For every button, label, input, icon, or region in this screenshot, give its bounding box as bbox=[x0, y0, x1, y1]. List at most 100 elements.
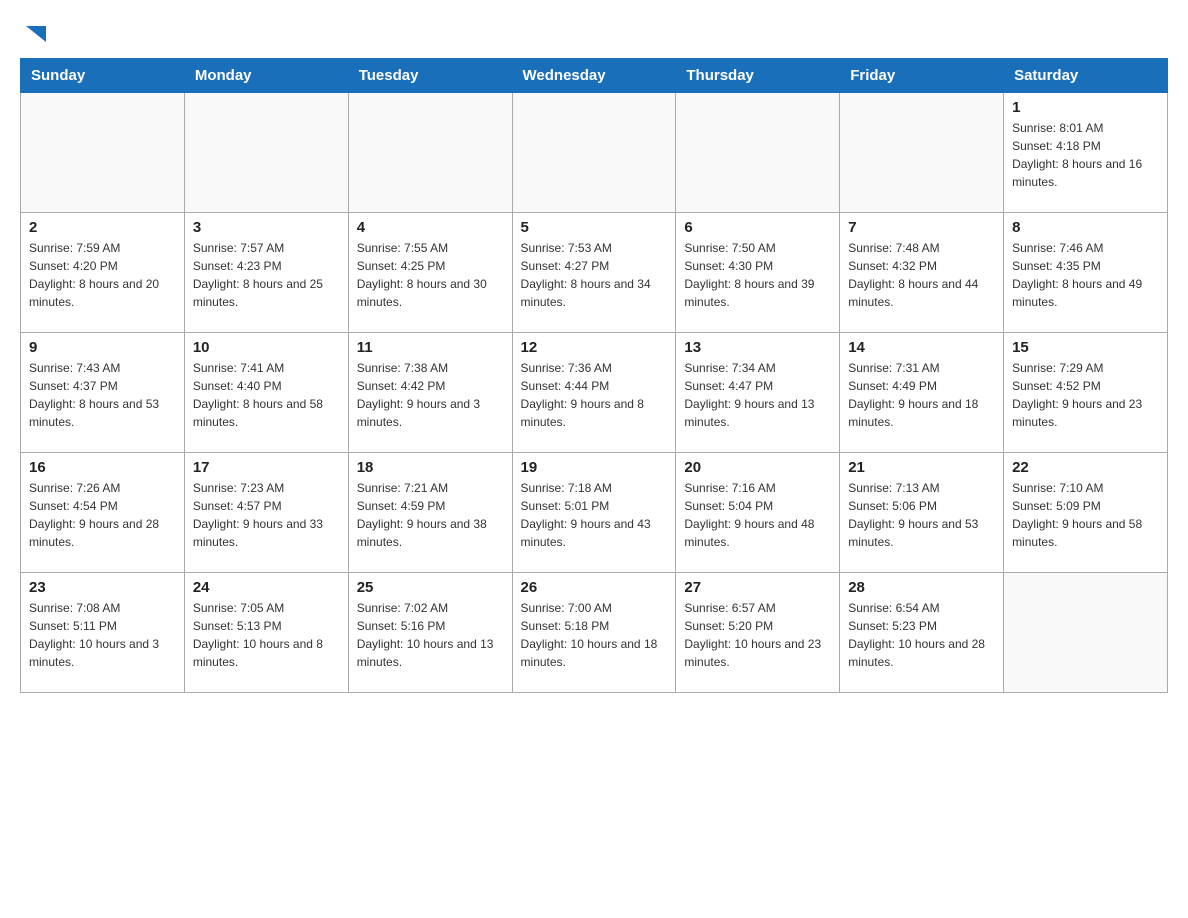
weekday-header-thursday: Thursday bbox=[676, 59, 840, 93]
day-number: 9 bbox=[29, 339, 176, 356]
calendar-cell: 13 Sunrise: 7:34 AMSunset: 4:47 PMDayligh… bbox=[676, 333, 840, 453]
weekday-header-tuesday: Tuesday bbox=[348, 59, 512, 93]
day-number: 18 bbox=[357, 459, 504, 476]
calendar-cell: 17Sunrise: 7:23 AMSunset: 4:57 PMDayligh… bbox=[184, 453, 348, 573]
calendar-cell: 11 Sunrise: 7:38 AMSunset: 4:42 PMDayligh… bbox=[348, 333, 512, 453]
calendar-cell: 21 Sunrise: 7:13 AMSunset: 5:06 PMDayligh… bbox=[840, 453, 1004, 573]
weekday-header-row: SundayMondayTuesdayWednesdayThursdayFrid… bbox=[21, 59, 1168, 93]
calendar-cell bbox=[348, 93, 512, 213]
weekday-header-monday: Monday bbox=[184, 59, 348, 93]
weekday-header-saturday: Saturday bbox=[1004, 59, 1168, 93]
day-number: 11 bbox=[357, 339, 504, 356]
calendar-table: SundayMondayTuesdayWednesdayThursdayFrid… bbox=[20, 58, 1168, 693]
calendar-cell: 6 Sunrise: 7:50 AMSunset: 4:30 PMDaylight… bbox=[676, 213, 840, 333]
day-sun-info: Sunrise: 7:41 AMSunset: 4:40 PMDaylight:… bbox=[193, 359, 340, 431]
calendar-cell bbox=[184, 93, 348, 213]
calendar-cell: 18 Sunrise: 7:21 AMSunset: 4:59 PMDayligh… bbox=[348, 453, 512, 573]
day-number: 25 bbox=[357, 579, 504, 596]
day-sun-info: Sunrise: 7:29 AMSunset: 4:52 PMDaylight:… bbox=[1012, 359, 1159, 431]
day-number: 24 bbox=[193, 579, 340, 596]
calendar-cell bbox=[21, 93, 185, 213]
day-sun-info: Sunrise: 7:02 AMSunset: 5:16 PMDaylight:… bbox=[357, 599, 504, 671]
logo-triangle-icon bbox=[22, 20, 50, 48]
day-sun-info: Sunrise: 7:31 AMSunset: 4:49 PMDaylight:… bbox=[848, 359, 995, 431]
day-number: 22 bbox=[1012, 459, 1159, 476]
calendar-cell: 22 Sunrise: 7:10 AMSunset: 5:09 PMDayligh… bbox=[1004, 453, 1168, 573]
calendar-cell: 20 Sunrise: 7:16 AMSunset: 5:04 PMDayligh… bbox=[676, 453, 840, 573]
day-sun-info: Sunrise: 7:36 AMSunset: 4:44 PMDaylight:… bbox=[521, 359, 668, 431]
calendar-cell: 4 Sunrise: 7:55 AMSunset: 4:25 PMDaylight… bbox=[348, 213, 512, 333]
calendar-cell: 25 Sunrise: 7:02 AMSunset: 5:16 PMDayligh… bbox=[348, 573, 512, 693]
day-sun-info: Sunrise: 7:59 AMSunset: 4:20 PMDaylight:… bbox=[29, 239, 176, 311]
calendar-cell: 14Sunrise: 7:31 AMSunset: 4:49 PMDayligh… bbox=[840, 333, 1004, 453]
day-sun-info: Sunrise: 6:54 AMSunset: 5:23 PMDaylight:… bbox=[848, 599, 995, 671]
day-sun-info: Sunrise: 7:18 AMSunset: 5:01 PMDaylight:… bbox=[521, 479, 668, 551]
day-number: 12 bbox=[521, 339, 668, 356]
calendar-cell: 2 Sunrise: 7:59 AMSunset: 4:20 PMDaylight… bbox=[21, 213, 185, 333]
day-number: 13 bbox=[684, 339, 831, 356]
day-sun-info: Sunrise: 7:48 AMSunset: 4:32 PMDaylight:… bbox=[848, 239, 995, 311]
calendar-cell: 28 Sunrise: 6:54 AMSunset: 5:23 PMDayligh… bbox=[840, 573, 1004, 693]
day-sun-info: Sunrise: 7:05 AMSunset: 5:13 PMDaylight:… bbox=[193, 599, 340, 671]
day-number: 5 bbox=[521, 219, 668, 236]
day-sun-info: Sunrise: 7:38 AMSunset: 4:42 PMDaylight:… bbox=[357, 359, 504, 431]
day-sun-info: Sunrise: 7:26 AMSunset: 4:54 PMDaylight:… bbox=[29, 479, 176, 551]
day-sun-info: Sunrise: 7:21 AMSunset: 4:59 PMDaylight:… bbox=[357, 479, 504, 551]
day-sun-info: Sunrise: 7:34 AMSunset: 4:47 PMDaylight:… bbox=[684, 359, 831, 431]
day-sun-info: Sunrise: 7:10 AMSunset: 5:09 PMDaylight:… bbox=[1012, 479, 1159, 551]
calendar-week-row: 1 Sunrise: 8:01 AMSunset: 4:18 PMDaylight… bbox=[21, 93, 1168, 213]
day-sun-info: Sunrise: 7:00 AMSunset: 5:18 PMDaylight:… bbox=[521, 599, 668, 671]
calendar-cell: 9 Sunrise: 7:43 AMSunset: 4:37 PMDaylight… bbox=[21, 333, 185, 453]
calendar-week-row: 16 Sunrise: 7:26 AMSunset: 4:54 PMDayligh… bbox=[21, 453, 1168, 573]
day-number: 17 bbox=[193, 459, 340, 476]
day-sun-info: Sunrise: 7:50 AMSunset: 4:30 PMDaylight:… bbox=[684, 239, 831, 311]
day-number: 10 bbox=[193, 339, 340, 356]
calendar-cell: 12 Sunrise: 7:36 AMSunset: 4:44 PMDayligh… bbox=[512, 333, 676, 453]
day-number: 6 bbox=[684, 219, 831, 236]
day-number: 28 bbox=[848, 579, 995, 596]
calendar-cell bbox=[1004, 573, 1168, 693]
day-sun-info: Sunrise: 8:01 AMSunset: 4:18 PMDaylight:… bbox=[1012, 119, 1159, 191]
day-number: 20 bbox=[684, 459, 831, 476]
day-sun-info: Sunrise: 7:16 AMSunset: 5:04 PMDaylight:… bbox=[684, 479, 831, 551]
day-number: 4 bbox=[357, 219, 504, 236]
calendar-week-row: 23 Sunrise: 7:08 AMSunset: 5:11 PMDayligh… bbox=[21, 573, 1168, 693]
day-sun-info: Sunrise: 7:08 AMSunset: 5:11 PMDaylight:… bbox=[29, 599, 176, 671]
calendar-cell: 26 Sunrise: 7:00 AMSunset: 5:18 PMDayligh… bbox=[512, 573, 676, 693]
day-number: 8 bbox=[1012, 219, 1159, 236]
page-header bbox=[20, 20, 1168, 48]
day-number: 27 bbox=[684, 579, 831, 596]
day-sun-info: Sunrise: 7:46 AMSunset: 4:35 PMDaylight:… bbox=[1012, 239, 1159, 311]
calendar-cell: 19 Sunrise: 7:18 AMSunset: 5:01 PMDayligh… bbox=[512, 453, 676, 573]
calendar-week-row: 9 Sunrise: 7:43 AMSunset: 4:37 PMDaylight… bbox=[21, 333, 1168, 453]
calendar-cell bbox=[676, 93, 840, 213]
calendar-cell: 5 Sunrise: 7:53 AMSunset: 4:27 PMDaylight… bbox=[512, 213, 676, 333]
day-sun-info: Sunrise: 7:43 AMSunset: 4:37 PMDaylight:… bbox=[29, 359, 176, 431]
day-number: 2 bbox=[29, 219, 176, 236]
logo bbox=[20, 20, 50, 48]
day-number: 21 bbox=[848, 459, 995, 476]
calendar-cell: 10 Sunrise: 7:41 AMSunset: 4:40 PMDayligh… bbox=[184, 333, 348, 453]
day-number: 3 bbox=[193, 219, 340, 236]
day-number: 26 bbox=[521, 579, 668, 596]
calendar-cell: 15Sunrise: 7:29 AMSunset: 4:52 PMDayligh… bbox=[1004, 333, 1168, 453]
calendar-cell: 16 Sunrise: 7:26 AMSunset: 4:54 PMDayligh… bbox=[21, 453, 185, 573]
calendar-cell: 23 Sunrise: 7:08 AMSunset: 5:11 PMDayligh… bbox=[21, 573, 185, 693]
day-number: 16 bbox=[29, 459, 176, 476]
weekday-header-wednesday: Wednesday bbox=[512, 59, 676, 93]
calendar-cell bbox=[840, 93, 1004, 213]
day-sun-info: Sunrise: 6:57 AMSunset: 5:20 PMDaylight:… bbox=[684, 599, 831, 671]
day-number: 23 bbox=[29, 579, 176, 596]
day-number: 7 bbox=[848, 219, 995, 236]
day-sun-info: Sunrise: 7:55 AMSunset: 4:25 PMDaylight:… bbox=[357, 239, 504, 311]
calendar-cell: 3 Sunrise: 7:57 AMSunset: 4:23 PMDaylight… bbox=[184, 213, 348, 333]
day-sun-info: Sunrise: 7:53 AMSunset: 4:27 PMDaylight:… bbox=[521, 239, 668, 311]
day-sun-info: Sunrise: 7:57 AMSunset: 4:23 PMDaylight:… bbox=[193, 239, 340, 311]
day-sun-info: Sunrise: 7:13 AMSunset: 5:06 PMDaylight:… bbox=[848, 479, 995, 551]
calendar-cell: 27 Sunrise: 6:57 AMSunset: 5:20 PMDayligh… bbox=[676, 573, 840, 693]
day-number: 19 bbox=[521, 459, 668, 476]
calendar-cell: 24 Sunrise: 7:05 AMSunset: 5:13 PMDayligh… bbox=[184, 573, 348, 693]
day-number: 1 bbox=[1012, 99, 1159, 116]
weekday-header-friday: Friday bbox=[840, 59, 1004, 93]
calendar-cell: 7 Sunrise: 7:48 AMSunset: 4:32 PMDaylight… bbox=[840, 213, 1004, 333]
